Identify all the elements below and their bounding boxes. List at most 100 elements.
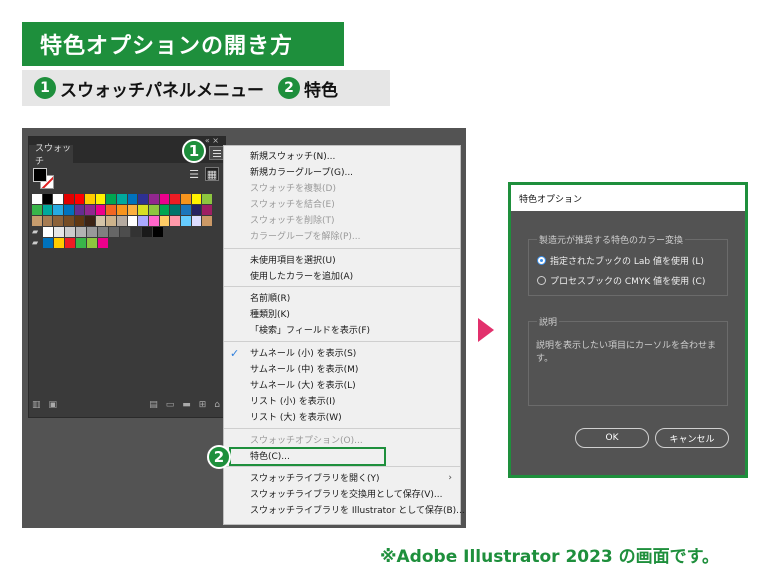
swatch-chip[interactable] (202, 216, 212, 226)
swatch-chip[interactable] (42, 194, 53, 204)
fill-stroke-indicator[interactable] (33, 168, 55, 190)
swatch-chip[interactable] (106, 216, 117, 226)
swatch-chip[interactable] (138, 194, 149, 204)
swatch-chip[interactable] (191, 205, 202, 215)
swatch-chip[interactable] (95, 216, 106, 226)
swatch-chip[interactable] (191, 216, 202, 226)
menu-item-8[interactable]: 名前順(R) (250, 292, 290, 306)
new-color-group-icon[interactable]: ▭ (166, 400, 175, 412)
swatch-chip[interactable] (159, 205, 170, 215)
swatch-chip[interactable] (74, 216, 85, 226)
swatch-chip[interactable] (142, 227, 152, 237)
swatch-library-icon[interactable]: ▥ (32, 400, 41, 412)
swatch-chip[interactable] (76, 238, 86, 248)
swatch-chip[interactable] (98, 227, 108, 237)
radio-cmyk-button[interactable] (537, 276, 546, 285)
menu-item-11[interactable]: サムネール (小) を表示(S) (250, 347, 356, 361)
swatch-chip[interactable] (159, 194, 170, 204)
swatch-chip[interactable] (153, 227, 163, 237)
menu-item-14[interactable]: リスト (小) を表示(I) (250, 395, 335, 409)
trash-icon[interactable]: ⌂ (214, 400, 220, 412)
swatch-chip[interactable] (191, 194, 202, 204)
radio-cmyk[interactable]: プロセスブックの CMYK 値を使用 (C) (537, 274, 705, 287)
swatch-chip[interactable] (65, 227, 75, 237)
swatch-chip[interactable] (74, 194, 85, 204)
swatch-chip[interactable] (170, 194, 180, 204)
swatch-chip[interactable] (85, 216, 95, 226)
swatch-chip[interactable] (87, 227, 97, 237)
swatch-chip[interactable] (53, 216, 63, 226)
swatch-chip[interactable] (127, 216, 138, 226)
swatch-chip[interactable] (63, 205, 74, 215)
swatch-chip[interactable] (65, 238, 75, 248)
swatch-chip[interactable] (85, 194, 95, 204)
swatch-chip[interactable] (106, 194, 117, 204)
menu-item-12[interactable]: サムネール (中) を表示(M) (250, 363, 358, 377)
menu-item-13[interactable]: サムネール (大) を表示(L) (250, 379, 356, 393)
swatch-chip[interactable] (180, 216, 191, 226)
swatch-chip[interactable] (53, 205, 63, 215)
swatch-chip[interactable] (32, 216, 42, 226)
swatch-chip[interactable] (32, 194, 42, 204)
swatch-chip[interactable] (149, 194, 159, 204)
swatch-chip[interactable] (120, 227, 130, 237)
radio-lab-button[interactable] (537, 256, 546, 265)
thumbnail-view-icon[interactable]: ▦ (205, 167, 219, 181)
swatch-chip[interactable] (180, 205, 191, 215)
menu-item-0[interactable]: 新規スウォッチ(N)... (250, 150, 335, 164)
swatch-chip[interactable] (42, 216, 53, 226)
collapse-icon[interactable]: « × (205, 136, 219, 145)
swatch-chip[interactable] (170, 216, 180, 226)
menu-item-15[interactable]: リスト (大) を表示(W) (250, 411, 342, 425)
swatch-chip[interactable] (138, 205, 149, 215)
swatch-chip[interactable] (53, 194, 63, 204)
swatch-chip[interactable] (127, 194, 138, 204)
color-group-folder-icon[interactable]: ▰ (32, 227, 42, 237)
ok-button[interactable]: OK (575, 428, 649, 448)
swatch-chip[interactable] (117, 216, 127, 226)
swatch-chip[interactable] (117, 205, 127, 215)
color-group-folder-icon[interactable]: ▰ (32, 238, 42, 248)
swatch-chip[interactable] (106, 205, 117, 215)
swatch-chip[interactable] (85, 205, 95, 215)
swatch-chip[interactable] (170, 205, 180, 215)
swatch-options-icon[interactable]: ▤ (149, 400, 158, 412)
swatch-chip[interactable] (149, 216, 159, 226)
tab-swatches[interactable]: スウォッチ (29, 144, 73, 167)
menu-item-6[interactable]: 未使用項目を選択(U) (250, 254, 336, 268)
new-swatch-icon[interactable]: ⊞ (199, 400, 207, 412)
swatch-chip[interactable] (95, 205, 106, 215)
place-swatch-icon[interactable]: ▣ (49, 400, 58, 412)
menu-item-1[interactable]: 新規カラーグループ(G)... (250, 166, 353, 180)
swatch-chip[interactable] (32, 205, 42, 215)
swatch-chip[interactable] (63, 194, 74, 204)
cancel-button[interactable]: キャンセル (655, 428, 729, 448)
folder-icon[interactable]: ▬ (182, 400, 191, 412)
menu-item-20[interactable]: スウォッチライブラリを Illustrator として保存(B)... (250, 504, 465, 518)
menu-item-9[interactable]: 種類別(K) (250, 308, 290, 322)
fill-black-icon[interactable] (33, 168, 47, 182)
swatch-chip[interactable] (202, 194, 212, 204)
menu-item-7[interactable]: 使用したカラーを追加(A) (250, 270, 353, 284)
swatch-chip[interactable] (180, 194, 191, 204)
swatch-chip[interactable] (63, 216, 74, 226)
swatch-chip[interactable] (76, 227, 86, 237)
swatch-chip[interactable] (131, 227, 141, 237)
swatch-chip[interactable] (117, 194, 127, 204)
swatch-chip[interactable] (127, 205, 138, 215)
menu-item-10[interactable]: 「検索」フィールドを表示(F) (250, 324, 370, 338)
swatch-chip[interactable] (87, 238, 97, 248)
swatch-chip[interactable] (54, 238, 64, 248)
swatch-chip[interactable] (138, 216, 149, 226)
swatch-chip[interactable] (98, 238, 108, 248)
swatch-chip[interactable] (202, 205, 212, 215)
menu-item-19[interactable]: スウォッチライブラリを交換用として保存(V)... (250, 488, 443, 502)
swatch-chip[interactable] (74, 205, 85, 215)
swatch-chip[interactable] (95, 194, 106, 204)
radio-lab[interactable]: 指定されたブックの Lab 値を使用 (L) (537, 254, 704, 267)
swatch-chip[interactable] (149, 205, 159, 215)
menu-item-18[interactable]: スウォッチライブラリを開く(Y) (250, 472, 380, 486)
swatch-chip[interactable] (159, 216, 170, 226)
swatch-chip[interactable] (54, 227, 64, 237)
swatch-chip[interactable] (109, 227, 119, 237)
